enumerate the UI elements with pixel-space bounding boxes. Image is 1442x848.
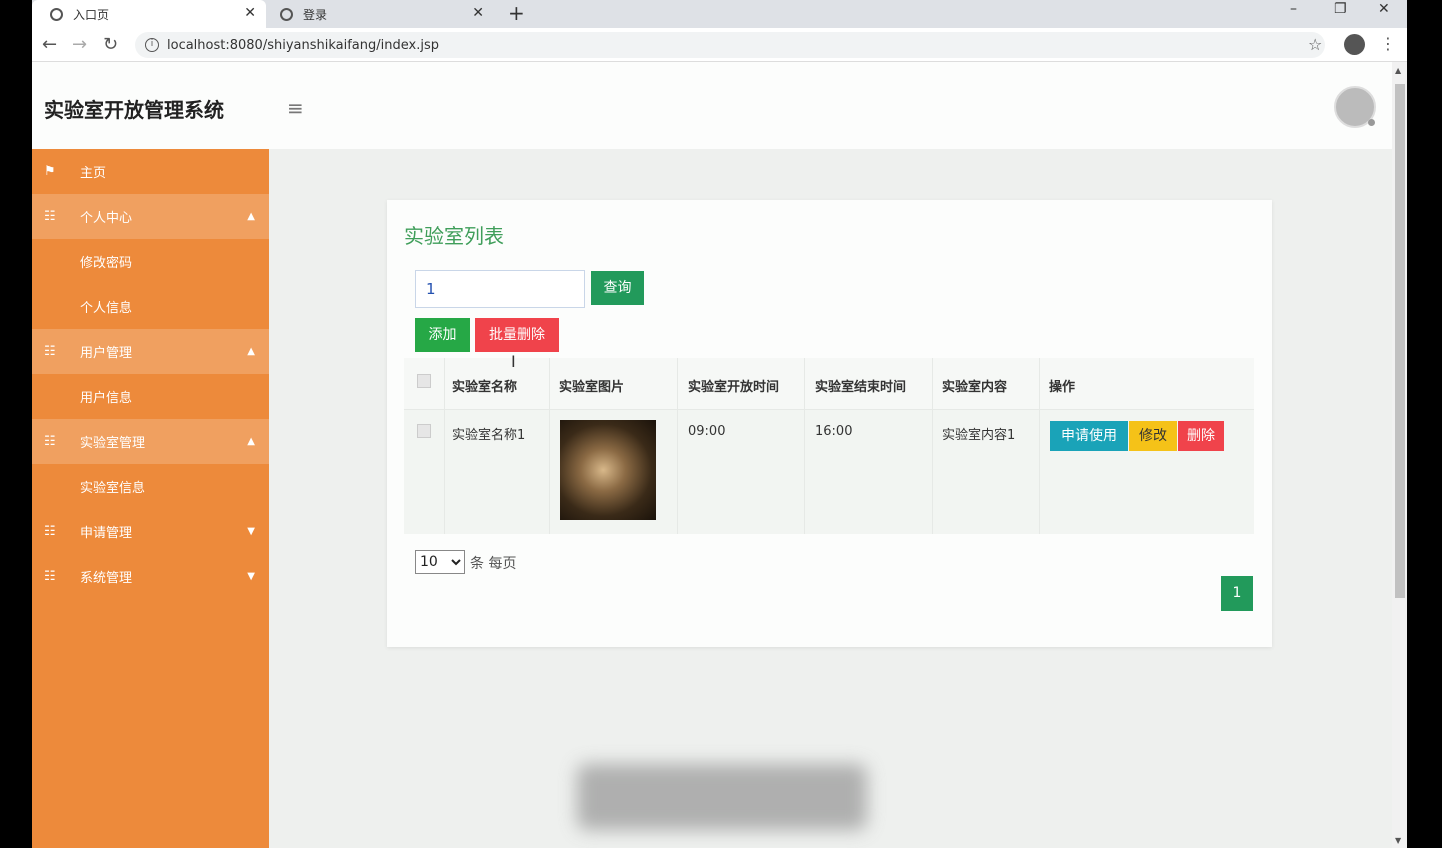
- address-bar: ← → ↻ i localhost:8080/shiyanshikaifang/…: [32, 28, 1407, 62]
- app-title: 实验室开放管理系统: [44, 98, 224, 122]
- sidebar-item-home[interactable]: ⚑ 主页: [32, 149, 269, 194]
- sidebar-item-label: 个人中心: [80, 211, 133, 226]
- sidebar-item-label: 实验室信息: [80, 481, 146, 496]
- tab-login[interactable]: 登录 ✕: [268, 0, 494, 28]
- flag-icon: ⚑: [44, 164, 56, 179]
- sidebar-item-lab-info[interactable]: 实验室信息: [32, 464, 269, 509]
- lab-name-cell: 实验室名称1: [452, 428, 526, 443]
- restore-icon[interactable]: ❐: [1334, 0, 1347, 18]
- sidebar-item-label: 用户管理: [80, 346, 133, 361]
- sidebar-item-label: 申请管理: [80, 526, 133, 541]
- sidebar-group-applications[interactable]: ☷ 申请管理 ▼: [32, 509, 269, 554]
- column-divider: [1039, 358, 1040, 534]
- sidebar-item-label: 系统管理: [80, 571, 133, 586]
- sidebar-group-users[interactable]: ☷ 用户管理 ▲: [32, 329, 269, 374]
- add-button[interactable]: 添加: [415, 318, 470, 352]
- url-text[interactable]: localhost:8080/shiyanshikaifang/index.js…: [167, 38, 439, 53]
- blurred-overlay: [577, 764, 867, 830]
- sidebar-item-change-password[interactable]: 修改密码: [32, 239, 269, 284]
- delete-button[interactable]: 删除: [1178, 421, 1224, 451]
- back-icon[interactable]: ←: [42, 34, 57, 55]
- chevron-up-icon: ▲: [247, 346, 255, 357]
- sidebar: ⚑ 主页 ☷ 个人中心 ▲ 修改密码 个人信息 ☷ 用户管理 ▲ 用户信息 ☷ …: [32, 149, 269, 848]
- window-close-icon[interactable]: ✕: [1378, 0, 1390, 18]
- sidebar-group-system[interactable]: ☷ 系统管理 ▼: [32, 554, 269, 599]
- minimize-icon[interactable]: –: [1290, 0, 1297, 18]
- batch-delete-button[interactable]: 批量删除: [475, 318, 559, 352]
- hamburger-menu-icon[interactable]: ≡: [287, 96, 304, 120]
- close-tab-icon[interactable]: ✕: [244, 5, 256, 21]
- edit-button[interactable]: 修改: [1129, 421, 1177, 451]
- profile-icon[interactable]: [1344, 34, 1365, 55]
- page-button-1[interactable]: 1: [1221, 576, 1253, 611]
- column-header: 实验室内容: [942, 380, 1008, 395]
- column-header: 实验室名称: [452, 380, 518, 395]
- column-header: 实验室结束时间: [815, 380, 907, 395]
- sidebar-item-user-info[interactable]: 用户信息: [32, 374, 269, 419]
- column-divider: [444, 358, 445, 534]
- text-cursor-icon: I: [511, 352, 516, 371]
- lab-table: 实验室名称 实验室图片 实验室开放时间 实验室结束时间 实验室内容 操作 实验室…: [404, 358, 1254, 534]
- tab-bar: 入口页 ✕ 登录 ✕ + – ❐ ✕: [32, 0, 1407, 28]
- column-divider: [677, 358, 678, 534]
- grid-icon: ☷: [44, 569, 56, 584]
- tab-entry[interactable]: 入口页 ✕: [32, 0, 266, 28]
- query-button[interactable]: 查询: [591, 271, 644, 305]
- open-time-cell: 09:00: [688, 424, 726, 439]
- grid-icon: ☷: [44, 434, 56, 449]
- column-header: 实验室图片: [559, 380, 625, 395]
- app-header: 实验室开放管理系统 ≡: [32, 62, 1392, 149]
- end-time-cell: 16:00: [815, 424, 853, 439]
- forward-icon[interactable]: →: [72, 34, 87, 55]
- sidebar-item-label: 修改密码: [80, 256, 133, 271]
- sidebar-group-labs[interactable]: ☷ 实验室管理 ▲: [32, 419, 269, 464]
- sidebar-item-label: 实验室管理: [80, 436, 146, 451]
- grid-icon: ☷: [44, 209, 56, 224]
- page-size-label: 条 每页: [470, 556, 517, 572]
- tab-label: 入口页: [73, 7, 110, 22]
- info-icon[interactable]: i: [145, 38, 159, 52]
- page-size-select[interactable]: 10: [415, 550, 465, 574]
- grid-icon: ☷: [44, 524, 56, 539]
- browser-menu-icon[interactable]: ⋮: [1380, 34, 1396, 53]
- sidebar-item-label: 用户信息: [80, 391, 133, 406]
- sidebar-item-label: 主页: [80, 166, 107, 181]
- column-divider: [932, 358, 933, 534]
- scroll-down-icon[interactable]: ▼: [1395, 836, 1401, 845]
- lab-list-card: 实验室列表 查询 添加 批量删除 实验室名称 实验室图片 实验室开放时间 实验室…: [387, 200, 1272, 647]
- globe-icon: [280, 7, 293, 21]
- column-header: 操作: [1049, 380, 1076, 395]
- globe-icon: [50, 7, 63, 21]
- select-all-checkbox[interactable]: [417, 374, 431, 388]
- column-divider: [549, 358, 550, 534]
- omnibox[interactable]: i localhost:8080/shiyanshikaifang/index.…: [135, 32, 1325, 58]
- column-divider: [804, 358, 805, 534]
- chevron-down-icon: ▼: [247, 526, 255, 537]
- scroll-up-icon[interactable]: ▲: [1395, 66, 1401, 75]
- chevron-up-icon: ▲: [247, 211, 255, 222]
- new-tab-button[interactable]: +: [508, 0, 525, 26]
- status-dot: [1368, 119, 1375, 126]
- bookmark-star-icon[interactable]: ☆: [1308, 35, 1322, 54]
- chevron-down-icon: ▼: [247, 571, 255, 582]
- search-input[interactable]: [415, 270, 585, 308]
- chevron-up-icon: ▲: [247, 436, 255, 447]
- content-cell: 实验室内容1: [942, 428, 1016, 443]
- sidebar-item-label: 个人信息: [80, 301, 133, 316]
- apply-button[interactable]: 申请使用: [1050, 421, 1128, 451]
- tab-label: 登录: [303, 7, 328, 22]
- scrollbar-thumb[interactable]: [1395, 84, 1405, 598]
- lab-image: [560, 420, 656, 520]
- browser-window: 入口页 ✕ 登录 ✕ + – ❐ ✕ ← → ↻ i localhost:808…: [32, 0, 1407, 848]
- app: 实验室开放管理系统 ≡ ⚑ 主页 ☷ 个人中心 ▲ 修改密码 个人信息 ☷ 用户…: [32, 62, 1392, 848]
- column-header: 实验室开放时间: [688, 380, 780, 395]
- grid-icon: ☷: [44, 344, 56, 359]
- row-checkbox[interactable]: [417, 424, 431, 438]
- sidebar-item-personal-info[interactable]: 个人信息: [32, 284, 269, 329]
- reload-icon[interactable]: ↻: [103, 34, 118, 55]
- sidebar-group-personal[interactable]: ☷ 个人中心 ▲: [32, 194, 269, 239]
- card-title: 实验室列表: [404, 224, 504, 248]
- close-tab-icon[interactable]: ✕: [472, 5, 484, 21]
